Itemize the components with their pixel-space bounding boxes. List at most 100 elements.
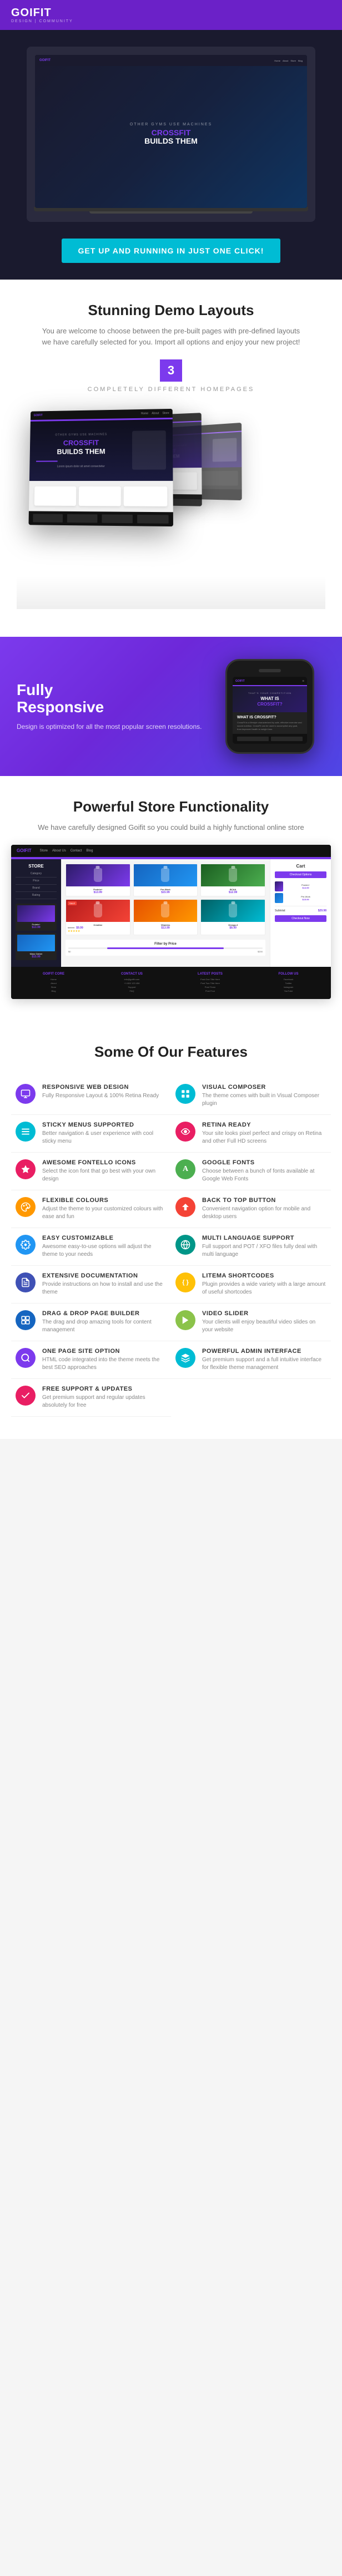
- admin-icon: [175, 1348, 195, 1368]
- monitor-icon: [16, 1084, 36, 1104]
- laptop-mockup: GOIFIT Home About Store Blog OTHER GYMS …: [27, 47, 315, 222]
- layout-card-3: GOIFIT Home About Store OTHER GYMS USE M…: [28, 409, 173, 526]
- footer-col-1: GoiFit Core Home About Store Blog: [17, 972, 90, 993]
- product-bottle-icon: [161, 868, 169, 882]
- footer-col-2: Contact Us info@goifit.com +1 800 123 45…: [95, 972, 169, 993]
- footer-col-4: Follow Us Facebook Twitter Instagram You…: [252, 972, 325, 993]
- feature-flexible-colours: FLEXIBLE COLOURS Adjust the theme to you…: [11, 1190, 171, 1228]
- phone-screen: GOIFIT ☰ THAT'S YOUR COMPETITION WHAT IS…: [233, 677, 307, 744]
- feature-page-builder: DRAG & DROP PAGE BUILDER The drag and dr…: [11, 1304, 171, 1341]
- cart-item: Pre-Work $15.99: [275, 893, 326, 903]
- features-section: Some Of Our Features RESPONSIVE WEB DESI…: [0, 1021, 342, 1439]
- demo-section-title: Stunning Demo Layouts: [17, 302, 325, 319]
- document-icon: [16, 1272, 36, 1292]
- product-image: [134, 900, 198, 922]
- store-nav: GOIFIT Store About Us Contact Blog: [11, 845, 331, 857]
- store-title: Powerful Store Functionality: [11, 798, 331, 815]
- store-desc: We have carefully designed Goifit so you…: [38, 822, 304, 834]
- cart-title: Cart: [275, 864, 326, 869]
- responsive-text: FullyResponsive Design is optimized for …: [17, 682, 203, 732]
- price-filter: Filter by Price $0 $200: [66, 940, 265, 956]
- product-bottle-icon: [94, 904, 102, 917]
- cart-item: Protein+ $13.99: [275, 881, 326, 891]
- code-icon: { }: [175, 1272, 195, 1292]
- drag-drop-icon: [16, 1310, 36, 1330]
- laptop-screen-inner: GOIFIT Home About Store Blog OTHER GYMS …: [35, 55, 307, 208]
- feature-video-slider: VIDEO SLIDER Your clients will enjoy bea…: [171, 1304, 331, 1341]
- arrow-up-icon: [175, 1197, 195, 1217]
- screen-nav: GOIFIT Home About Store Blog: [35, 55, 307, 66]
- support-icon: [16, 1386, 36, 1406]
- feature-retina-ready: RETINA READY Your site looks pixel perfe…: [171, 1115, 331, 1153]
- star-icon: [16, 1159, 36, 1179]
- filter-brand: Brand: [16, 886, 57, 892]
- screen-content: OTHER GYMS USE MACHINES CROSSFIT BUILDS …: [119, 111, 223, 157]
- store-section: Powerful Store Functionality We have car…: [0, 776, 342, 1021]
- product-card[interactable]: SALE Creatine $13.99 $9.99 ★★★★★: [66, 899, 130, 935]
- phone-screen-nav: GOIFIT ☰: [233, 677, 307, 685]
- phone-content-section: WHAT IS CROSSFIT? CrossFit is a lifestyl…: [233, 712, 307, 734]
- cta-button[interactable]: GET UP AND RUNNING IN JUST ONE CLICK!: [62, 239, 281, 263]
- phone-notch: [259, 669, 281, 672]
- header-logo: GOIFIT DESIGN | COMMUNITY: [11, 7, 73, 23]
- store-content: STORE Category Price Brand Rating Protei…: [11, 859, 331, 967]
- feature-back-to-top: BACK TO TOP BUTTON Convenient navigation…: [171, 1190, 331, 1228]
- product-card[interactable]: Omega-3 $8.99: [200, 899, 265, 935]
- feature-responsive-web-design: RESPONSIVE WEB DESIGN Fully Responsive L…: [11, 1077, 171, 1115]
- settings-icon: [16, 1235, 36, 1255]
- feature-shortcodes: { } LITEMA SHORTCODES Plugin provides a …: [171, 1266, 331, 1304]
- store-sidebar-title: STORE: [16, 864, 57, 869]
- globe-icon: [175, 1235, 195, 1255]
- store-cart: Cart Checkout Options Protein+ $13.99 Pr…: [270, 859, 331, 967]
- retina-icon: [175, 1122, 195, 1142]
- feature-documentation: EXTENSIVE DOCUMENTATION Provide instruct…: [11, 1266, 171, 1304]
- filter-category: Category: [16, 872, 57, 878]
- store-nav-links: Store About Us Contact Blog: [40, 849, 93, 853]
- product-bottle-icon: [229, 868, 237, 882]
- features-title: Some Of Our Features: [11, 1043, 331, 1061]
- product-bottle-icon: [161, 904, 169, 917]
- layouts-container: GOIFIT OTHER GYMS USE MACHINES CROSSFITB…: [17, 409, 325, 609]
- store-mockup: GOIFIT Store About Us Contact Blog STORE…: [11, 845, 331, 999]
- store-footer: GoiFit Core Home About Store Blog Contac…: [11, 967, 331, 999]
- store-sidebar: STORE Category Price Brand Rating Protei…: [11, 859, 61, 967]
- products-grid: Protein+ $13.99 Pre-Work $15.99: [61, 859, 270, 967]
- responsive-section: FullyResponsive Design is optimized for …: [0, 637, 342, 776]
- phone-mockup: GOIFIT ☰ THAT'S YOUR COMPETITION WHAT IS…: [225, 659, 314, 754]
- feature-multi-language: MULTI LANGUAGE SUPPORT Full support and …: [171, 1228, 331, 1266]
- search-icon: [16, 1348, 36, 1368]
- product-image: [201, 864, 265, 886]
- feature-visual-composer: VISUAL COMPOSER The theme comes with bui…: [171, 1077, 331, 1115]
- product-card[interactable]: Protein+ $13.99: [66, 864, 130, 896]
- product-card[interactable]: BCAA $12.99: [200, 864, 265, 896]
- product-image: [66, 864, 130, 886]
- sticky-icon: [16, 1122, 36, 1142]
- feature-admin-interface: POWERFUL ADMIN INTERFACE Get premium sup…: [171, 1341, 331, 1379]
- product-card[interactable]: Vitamins $13.99: [133, 899, 198, 935]
- screen-nav-links: Home About Store Blog: [274, 59, 303, 62]
- product-image: [201, 900, 265, 922]
- hero-section: GOIFIT Home About Store Blog OTHER GYMS …: [0, 30, 342, 280]
- compose-icon: [175, 1084, 195, 1104]
- cart-checkout-option: Checkout Options: [275, 871, 326, 878]
- completely-text: COMPLETELY DIFFERENT HOMEPAGES: [17, 386, 325, 393]
- features-grid: RESPONSIVE WEB DESIGN Fully Responsive L…: [11, 1077, 331, 1417]
- demo-section: Stunning Demo Layouts You are welcome to…: [0, 280, 342, 637]
- footer-col-3: Latest Posts Post One Title Here Post Tw…: [173, 972, 247, 993]
- feature-easy-customizable: EASY CUSTOMIZABLE Awesome easy-to-use op…: [11, 1228, 171, 1266]
- laptop-stand: [89, 211, 253, 214]
- filter-rating: Rating: [16, 894, 57, 899]
- feature-google-fonts: A GOOGLE FONTS Choose between a bunch of…: [171, 1153, 331, 1190]
- palette-icon: [16, 1197, 36, 1217]
- responsive-desc: Design is optimized for all the most pop…: [17, 722, 203, 732]
- product-image: [134, 864, 198, 886]
- cart-checkout-btn[interactable]: Checkout Now: [275, 915, 326, 922]
- feature-one-page: ONE PAGE SITE OPTION HTML code integrate…: [11, 1341, 171, 1379]
- laptop-screen: GOIFIT Home About Store Blog OTHER GYMS …: [35, 55, 307, 208]
- featured-product-1: Protein+ $13.99: [16, 904, 57, 931]
- header: GOIFIT DESIGN | COMMUNITY: [0, 0, 342, 30]
- product-card[interactable]: Pre-Work $15.99: [133, 864, 198, 896]
- phone-screen-hero: THAT'S YOUR COMPETITION WHAT IS CROSSFIT…: [233, 686, 307, 712]
- feature-fontello-icons: AWESOME FONTELLO ICONS Select the icon f…: [11, 1153, 171, 1190]
- featured-product-2: Mass Gainer $15.99: [16, 933, 57, 960]
